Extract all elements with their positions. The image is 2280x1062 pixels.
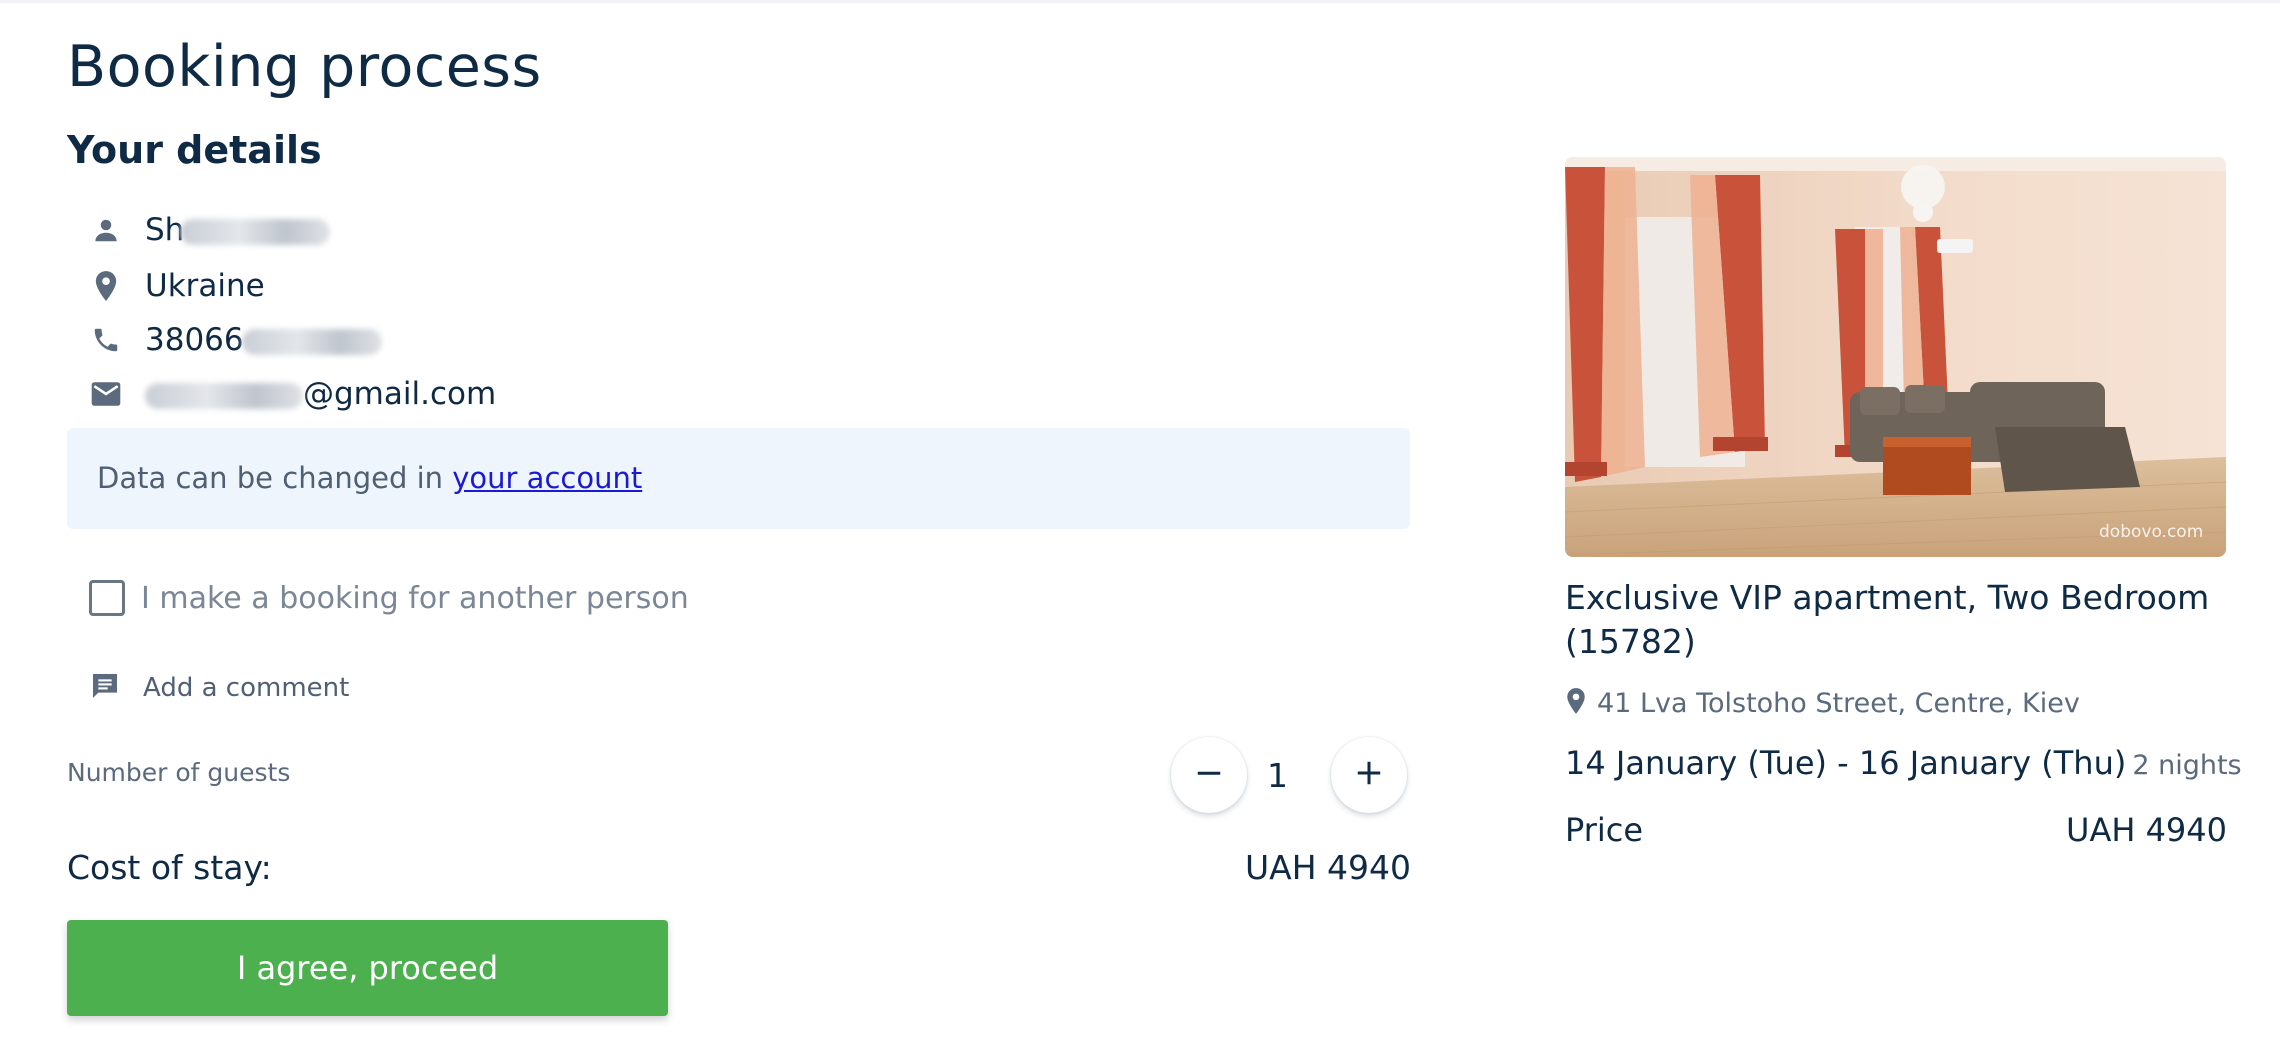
account-info-notice: Data can be changed in your account [67,428,1410,529]
user-name: Sh [145,212,331,248]
your-details-heading: Your details [67,128,322,172]
phone-icon [89,323,123,357]
guests-count: 1 [1267,756,1288,795]
agree-proceed-button[interactable]: I agree, proceed [67,920,668,1016]
photo-watermark: dobovo.com [2099,522,2203,542]
location-pin-icon [89,269,123,303]
your-account-link[interactable]: your account [452,461,642,495]
location-pin-icon [1565,687,1587,719]
apartment-photo: dobovo.com [1565,157,2226,557]
apartment-address: 41 Lva Tolstoho Street, Centre, Kiev [1565,686,2080,720]
increase-guests-button[interactable] [1331,737,1407,813]
add-comment-button[interactable]: Add a comment [89,668,349,708]
mail-icon [89,377,123,411]
apartment-title[interactable]: Exclusive VIP apartment, Two Bedroom (15… [1565,576,2227,664]
user-country: Ukraine [145,268,265,304]
cost-of-stay-value: UAH 4940 [1244,848,1411,887]
person-icon [89,213,123,247]
user-phone: 38066 [145,322,382,358]
plus-icon [1354,758,1384,792]
detail-email: @gmail.com [89,372,496,416]
page-title: Booking process [67,34,542,100]
account-info-text: Data can be changed in your account [97,461,642,495]
another-person-option[interactable]: I make a booking for another person [89,578,689,618]
add-comment-label[interactable]: Add a comment [143,673,349,703]
guests-label: Number of guests [67,758,291,787]
decrease-guests-button[interactable] [1171,737,1247,813]
top-divider [0,0,2280,3]
detail-name: Sh [89,208,331,252]
address-text: 41 Lva Tolstoho Street, Centre, Kiev [1597,687,2080,719]
price-label: Price [1565,811,1644,849]
user-email: @gmail.com [145,376,496,412]
another-person-checkbox[interactable] [89,580,125,616]
cost-of-stay-label: Cost of stay: [67,848,272,887]
date-range: 14 January (Tue) - 16 January (Thu) [1565,744,2127,782]
minus-icon [1194,758,1224,792]
stay-dates: 14 January (Tue) - 16 January (Thu) 2 nig… [1565,744,2242,782]
price-value: UAH 4940 [2066,811,2227,849]
nights-count: 2 nights [2132,750,2242,781]
comment-icon [89,670,121,706]
account-info-label: Data can be changed in [97,461,453,495]
detail-phone: 38066 [89,318,382,362]
detail-country: Ukraine [89,264,265,308]
another-person-label[interactable]: I make a booking for another person [141,581,689,616]
